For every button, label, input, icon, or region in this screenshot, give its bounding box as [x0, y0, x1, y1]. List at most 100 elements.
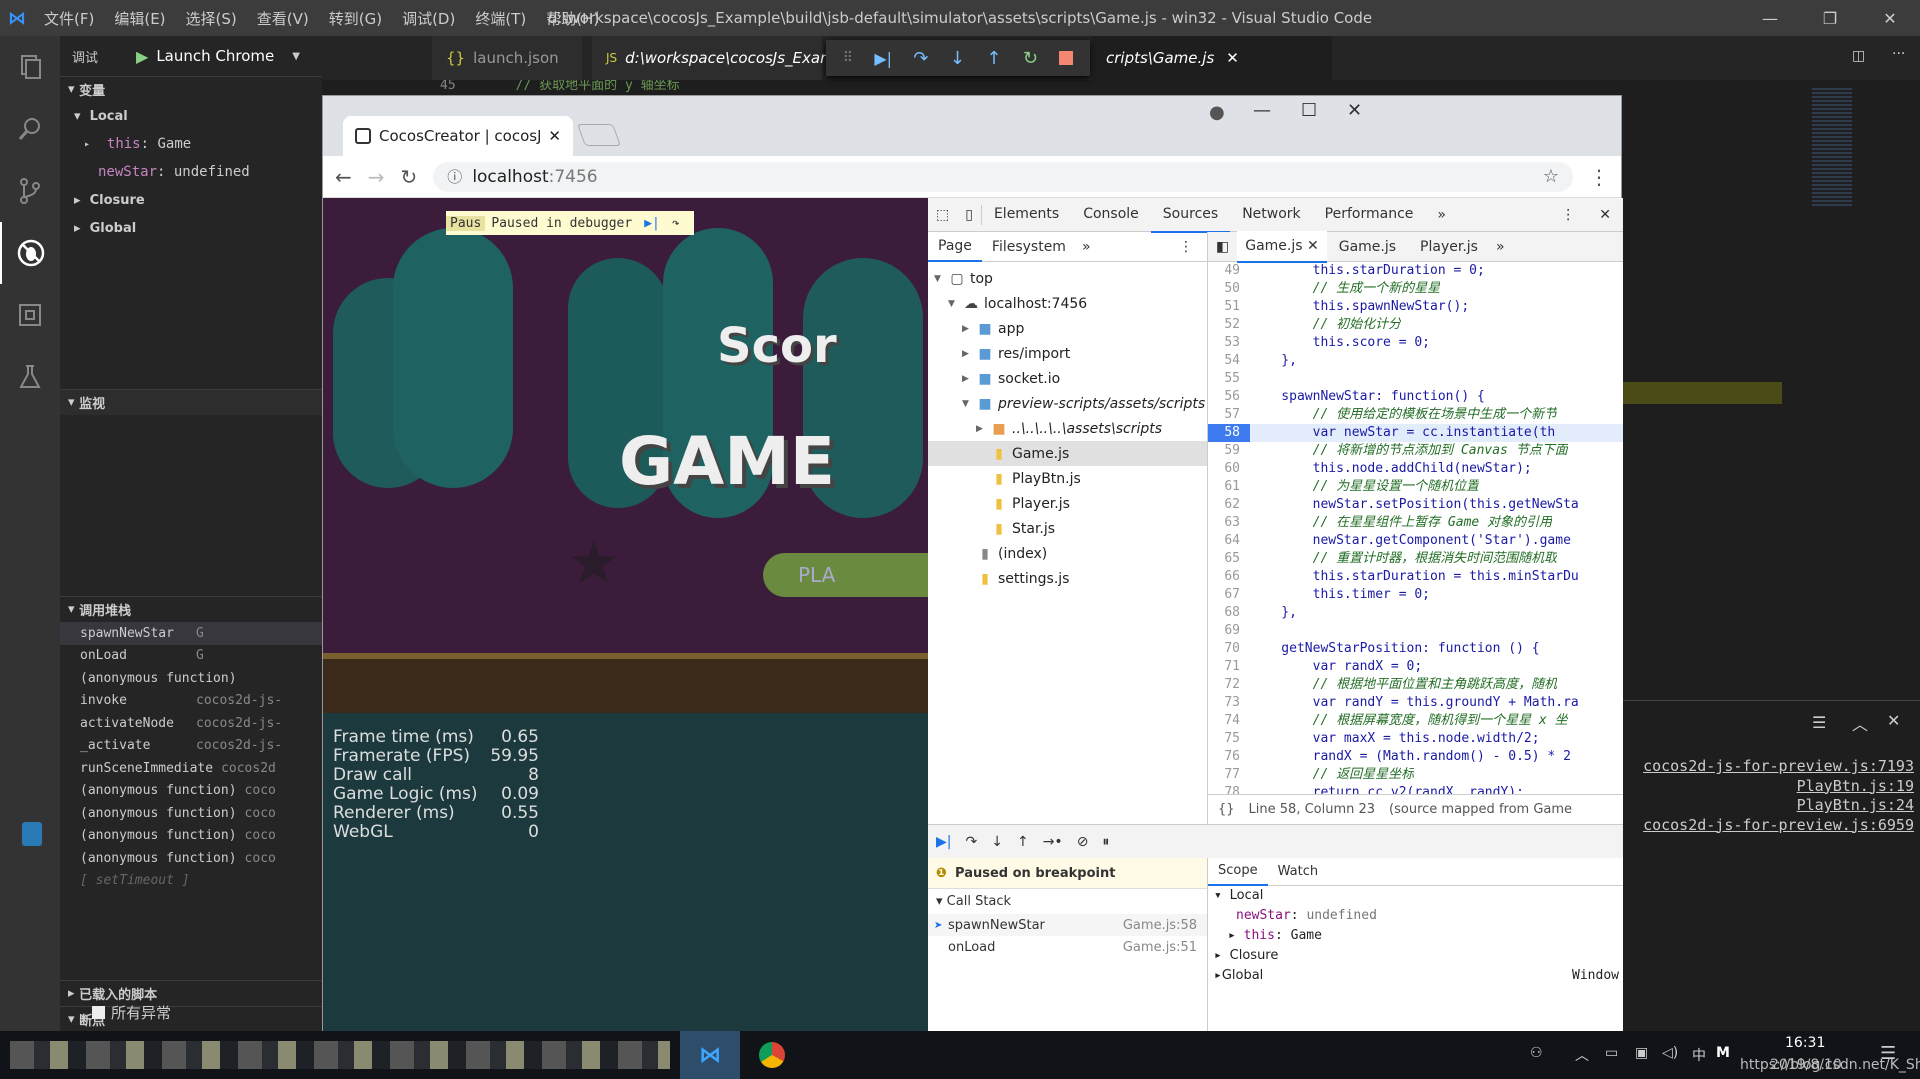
line-number[interactable]: 57 — [1208, 406, 1250, 424]
step-over-overlay-icon[interactable]: ↷ — [666, 216, 686, 231]
battery-icon[interactable]: ▭ — [1605, 1045, 1618, 1061]
devtools-close-icon[interactable]: ✕ — [1587, 198, 1623, 232]
dt-step-over-icon[interactable]: ↷ — [965, 834, 977, 850]
devtools-menu-icon[interactable]: ⋮ — [1549, 198, 1587, 232]
line-number[interactable]: 68 — [1208, 604, 1250, 622]
line-number[interactable]: 54 — [1208, 352, 1250, 370]
game-canvas[interactable]: Paus Paused in debugger ▶| ↷ Scor GAME ★… — [323, 198, 928, 1032]
line-number[interactable]: 62 — [1208, 496, 1250, 514]
chrome-close-icon[interactable]: ✕ — [1347, 100, 1362, 121]
menu-item[interactable]: 编辑(E) — [104, 8, 175, 29]
code-more-icon[interactable]: » — [1490, 239, 1511, 255]
bookmark-star-icon[interactable]: ☆ — [1543, 166, 1559, 187]
dt-step-into-icon[interactable]: ↓ — [991, 834, 1003, 850]
line-number[interactable]: 58 — [1208, 424, 1250, 442]
devtools-tab-network[interactable]: Network — [1230, 197, 1312, 233]
line-number[interactable]: 50 — [1208, 280, 1250, 298]
scope-tab[interactable]: Scope — [1208, 858, 1268, 886]
resume-icon[interactable]: ▶| — [638, 216, 666, 231]
tree-item[interactable]: ▼ ☁ localhost:7456 — [928, 291, 1207, 316]
tree-item[interactable]: ▼ ■ preview-scripts/assets/scripts — [928, 391, 1207, 416]
drag-handle-icon[interactable]: ⠿ — [843, 50, 853, 66]
watch-header[interactable]: ▾ 监视 — [60, 389, 322, 415]
ime-mode-icon[interactable]: M — [1716, 1045, 1730, 1061]
debug-icon[interactable] — [0, 222, 60, 284]
line-number[interactable]: 51 — [1208, 298, 1250, 316]
line-number[interactable]: 76 — [1208, 748, 1250, 766]
menu-item[interactable]: 终端(T) — [465, 8, 536, 29]
callstack-frame[interactable]: (anonymous function) coco — [60, 825, 322, 848]
line-number[interactable]: 69 — [1208, 622, 1250, 640]
address-bar[interactable]: ⓘ localhost:7456 ☆ — [433, 161, 1573, 192]
nav-more-icon[interactable]: » — [1076, 239, 1097, 255]
tree-item[interactable]: ▮ PlayBtn.js — [928, 466, 1207, 491]
menu-item[interactable]: 查看(V) — [247, 8, 319, 29]
callstack-frame[interactable]: (anonymous function) coco — [60, 847, 322, 870]
line-number[interactable]: 55 — [1208, 370, 1250, 388]
minimap[interactable] — [1782, 80, 1920, 700]
chrome-minimize-icon[interactable]: — — [1253, 100, 1271, 121]
callstack-frame[interactable]: onLoad G — [60, 645, 322, 668]
chrome-tab[interactable]: CocosCreator | cocosJs ✕ — [343, 116, 573, 156]
step-out-icon[interactable]: ↑ — [986, 48, 1001, 69]
menu-item[interactable]: 调试(D) — [392, 8, 465, 29]
scope-newstar[interactable]: newStar: undefined — [1214, 906, 1623, 926]
continue-icon[interactable]: ▶| — [874, 49, 892, 68]
devtools-tab-performance[interactable]: Performance — [1313, 197, 1426, 233]
tree-item[interactable]: ▮ Player.js — [928, 491, 1207, 516]
inspect-icon[interactable]: ⬚ — [928, 198, 957, 232]
tray-chevron-icon[interactable]: ︿ — [1575, 1045, 1589, 1065]
notification-icon[interactable]: ☰ — [1880, 1043, 1896, 1064]
tree-item[interactable]: ▶ ■ app — [928, 316, 1207, 341]
network-icon[interactable]: ▣ — [1635, 1045, 1648, 1061]
line-number[interactable]: 75 — [1208, 730, 1250, 748]
restore-icon[interactable]: ❐ — [1800, 0, 1860, 36]
menu-item[interactable]: 帮助(H) — [536, 8, 609, 29]
callstack-frame[interactable]: invoke cocos2d-js- — [60, 690, 322, 713]
line-number[interactable]: 59 — [1208, 442, 1250, 460]
nav-tab-page[interactable]: Page — [928, 232, 982, 262]
minimize-icon[interactable]: — — [1740, 0, 1800, 36]
line-number[interactable]: 72 — [1208, 676, 1250, 694]
line-number[interactable]: 49 — [1208, 262, 1250, 280]
line-number[interactable]: 65 — [1208, 550, 1250, 568]
split-editor-icon[interactable]: ◫ — [1852, 48, 1865, 64]
flask-icon[interactable] — [0, 346, 60, 408]
stop-icon[interactable] — [1059, 51, 1074, 65]
all-exceptions-row[interactable]: 所有异常 — [92, 1002, 171, 1023]
new-tab-button[interactable] — [576, 124, 622, 146]
scope-local[interactable]: ▾ Local — [1214, 886, 1623, 906]
all-exceptions-checkbox[interactable] — [92, 1006, 105, 1019]
step-into-icon[interactable]: ↓ — [950, 48, 965, 69]
tree-item[interactable]: ▮ Game.js — [928, 441, 1207, 466]
tree-item[interactable]: ▶ ■ res/import — [928, 341, 1207, 366]
forward-icon[interactable]: → — [368, 165, 385, 189]
volume-icon[interactable]: ◁) — [1662, 1045, 1678, 1061]
menu-item[interactable]: 文件(F) — [34, 8, 104, 29]
tree-item[interactable]: ▮ settings.js — [928, 566, 1207, 591]
scope-this[interactable]: ▸ this: Game — [1214, 926, 1623, 946]
clock-time[interactable]: 16:31 — [1785, 1035, 1825, 1051]
account-icon[interactable] — [22, 822, 42, 846]
explorer-icon[interactable] — [0, 36, 60, 98]
devtools-tab-elements[interactable]: Elements — [982, 197, 1071, 233]
line-number[interactable]: 67 — [1208, 586, 1250, 604]
dropdown-icon[interactable]: ▼ — [292, 51, 300, 62]
profile-icon[interactable]: ● — [1209, 102, 1225, 123]
callstack-frame[interactable]: runSceneImmediate cocos2d — [60, 757, 322, 780]
clock-date[interactable]: 2019/8/10 — [1770, 1057, 1842, 1073]
more-actions-icon[interactable]: ··· — [1892, 46, 1905, 62]
tree-item[interactable]: ▮ (index) — [928, 541, 1207, 566]
maximize-panel-icon[interactable]: ︿ — [1852, 711, 1868, 735]
line-number[interactable]: 77 — [1208, 766, 1250, 784]
tab-launch-json[interactable]: {} launch.json — [432, 36, 582, 80]
console-source-link[interactable]: PlayBtn.js:24 — [1622, 796, 1914, 816]
line-number[interactable]: 70 — [1208, 640, 1250, 658]
dt-deactivate-icon[interactable]: ⊘ — [1077, 834, 1089, 850]
scope-closure[interactable]: ▸ Closure — [1214, 946, 1623, 966]
menu-item[interactable]: 选择(S) — [176, 8, 247, 29]
toggle-navigator-icon[interactable]: ◧ — [1208, 239, 1237, 255]
scope-global[interactable]: ▸ Global Window — [1214, 966, 1623, 986]
dt-stack-frame[interactable]: onLoad Game.js:51 — [928, 936, 1207, 958]
dt-pause-exceptions-icon[interactable]: ⏸ — [1102, 834, 1109, 850]
